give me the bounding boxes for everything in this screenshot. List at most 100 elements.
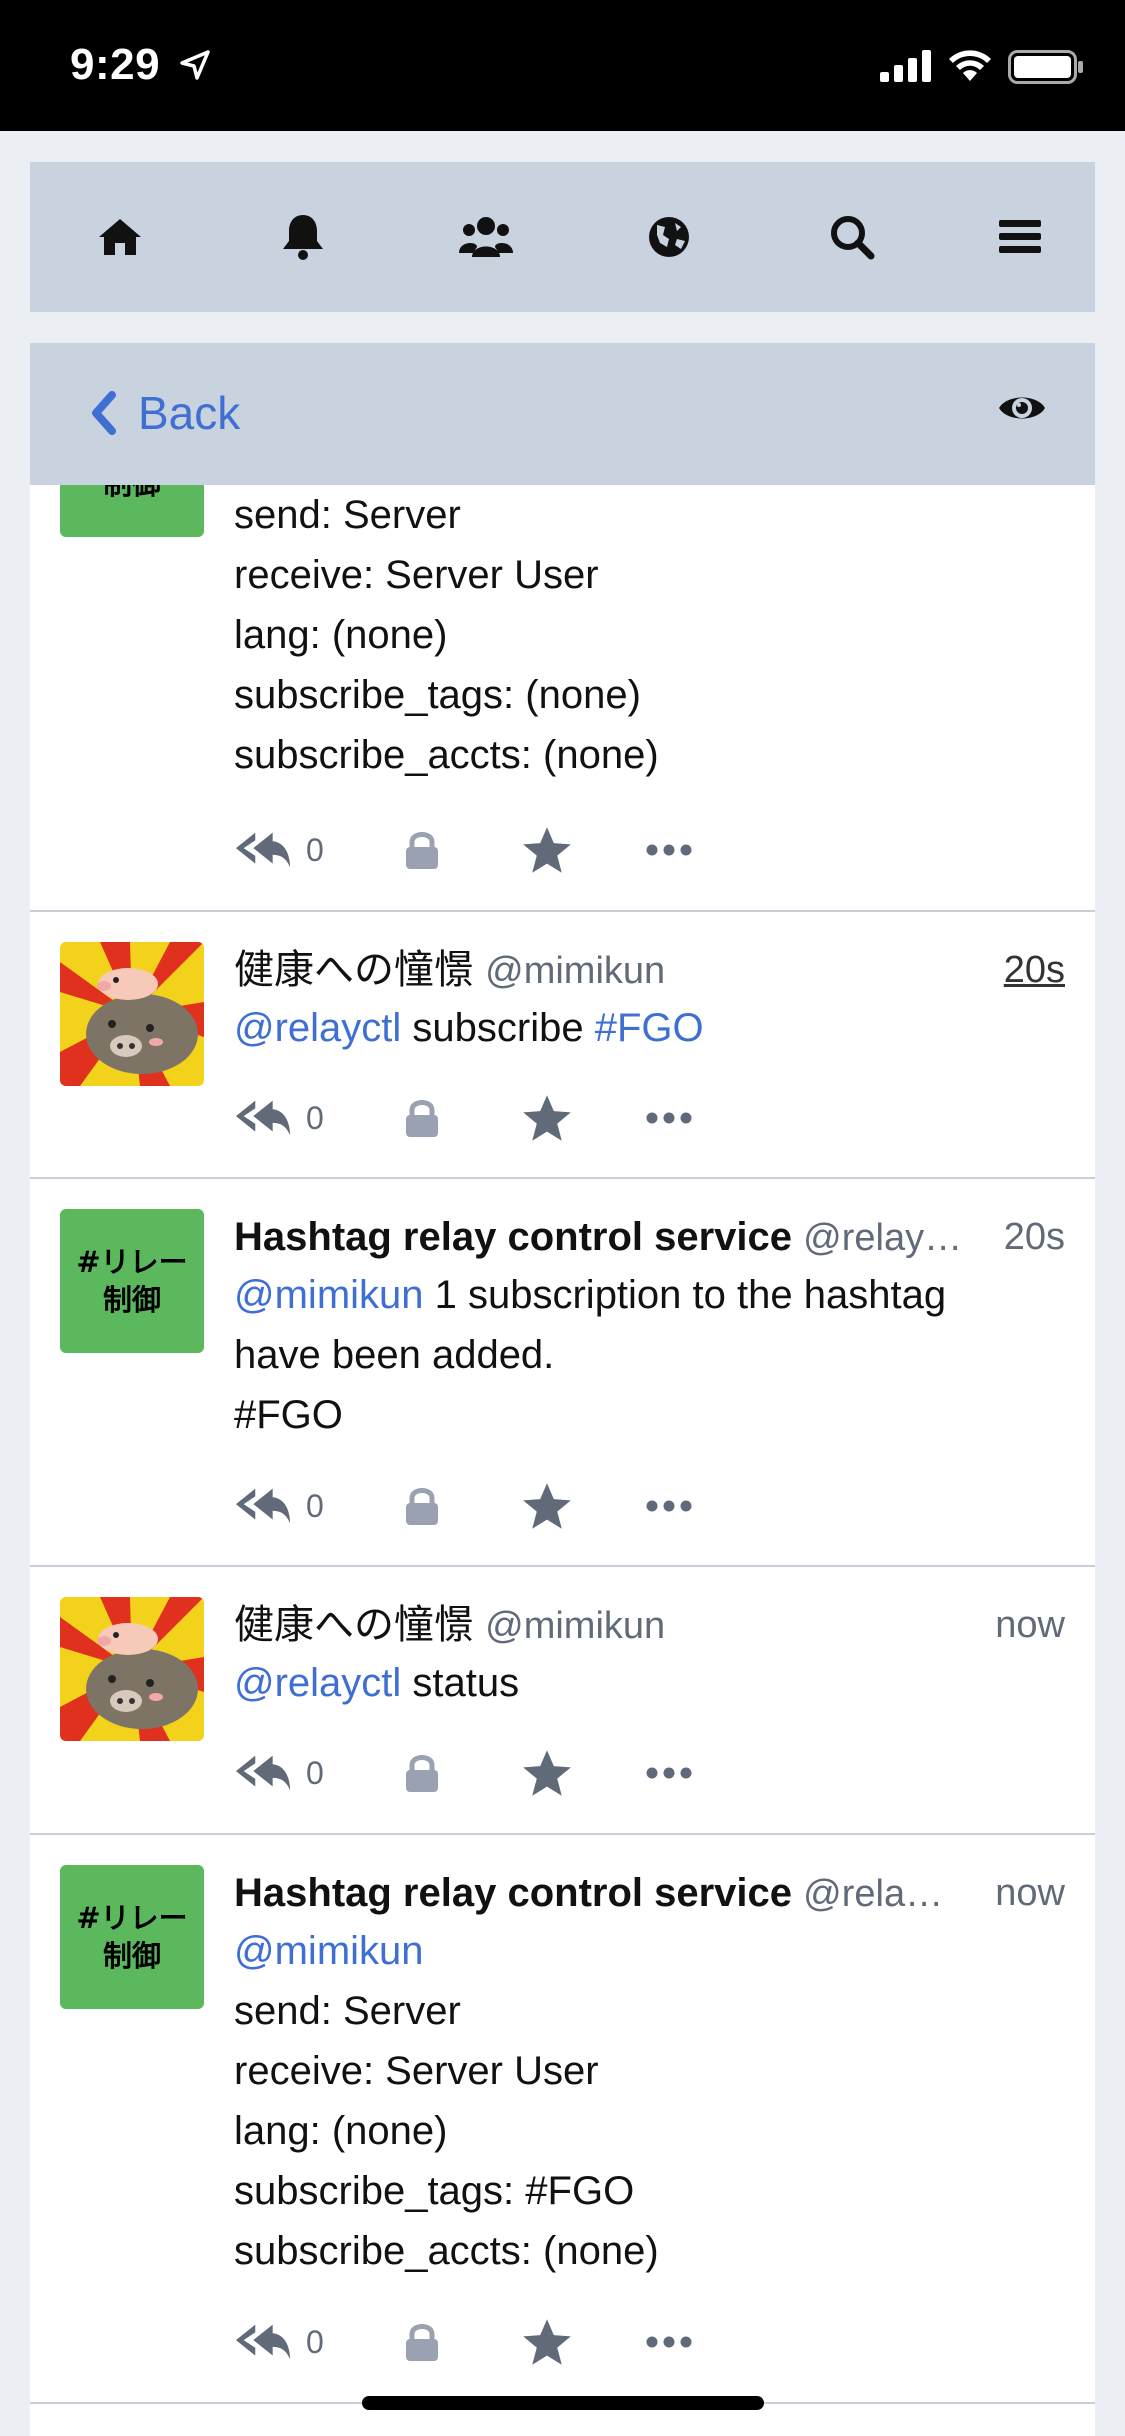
boost-button[interactable] xyxy=(404,2312,440,2372)
star-icon xyxy=(522,1482,572,1530)
reply-count: 0 xyxy=(306,1099,324,1136)
content-text: status xyxy=(401,1661,520,1705)
back-button[interactable]: Back xyxy=(90,383,240,443)
timestamp[interactable]: now xyxy=(985,1865,1065,1921)
avatar-text: 制御 xyxy=(102,1283,161,1317)
avatar[interactable] xyxy=(60,1597,204,1741)
more-button[interactable] xyxy=(646,1743,692,1803)
nav-menu[interactable] xyxy=(990,207,1050,267)
location-arrow-icon xyxy=(180,50,210,80)
nav-search[interactable] xyxy=(822,207,882,267)
reply-count: 0 xyxy=(306,1754,324,1791)
timestamp[interactable]: 20s xyxy=(993,1209,1065,1265)
cellular-signal-icon xyxy=(880,50,931,82)
display-name[interactable]: Hashtag relay control service xyxy=(234,1215,792,1259)
reply-button[interactable]: 0 xyxy=(234,1088,324,1148)
content-line: have been added. xyxy=(234,1333,555,1377)
boost-button[interactable] xyxy=(404,1743,440,1803)
more-button[interactable] xyxy=(646,2312,692,2372)
status-content: @relayctl status xyxy=(234,1653,1065,1713)
display-name[interactable]: 健康への憧憬 xyxy=(234,947,474,993)
avatar[interactable]: #リレー 制御 xyxy=(60,1865,204,2009)
status-content: @mimikun send: Server receive: Server Us… xyxy=(234,1921,1065,2281)
boost-button[interactable] xyxy=(404,820,440,880)
reply-button[interactable]: 0 xyxy=(234,2312,324,2372)
reply-button[interactable]: 0 xyxy=(234,820,324,880)
status-content: @relayctl subscribe #FGO xyxy=(234,998,1065,1058)
mention-link[interactable]: @relayctl xyxy=(234,1661,401,1705)
account-handle[interactable]: @mimikun xyxy=(485,1605,665,1647)
boost-button[interactable] xyxy=(404,1476,440,1536)
star-icon xyxy=(522,1094,572,1142)
status-content: @mimikun 1 subscription to the hashtag h… xyxy=(234,1265,1065,1445)
hashtag-link[interactable]: #FGO xyxy=(595,1006,704,1050)
star-icon xyxy=(522,2318,572,2366)
status-item[interactable]: #リレー 制御 send: Server receive: Server Use… xyxy=(30,485,1095,912)
content-line: #FGO xyxy=(234,1393,343,1437)
lock-icon xyxy=(404,1098,440,1138)
status-item[interactable]: 健康への憧憬 @mimikun now @relayctl status 0 xyxy=(30,1567,1095,1835)
reply-all-icon xyxy=(234,1098,292,1138)
timestamp[interactable]: now xyxy=(985,1597,1065,1653)
mention-link[interactable]: @mimikun xyxy=(234,1273,424,1317)
back-label: Back xyxy=(138,387,241,439)
ellipsis-icon xyxy=(646,1767,692,1779)
mention-link[interactable]: @mimikun xyxy=(234,1921,1065,1981)
status-bar: 9:29 xyxy=(0,0,1125,131)
avatar[interactable]: #リレー 制御 xyxy=(60,485,204,537)
status-item[interactable]: #リレー 制御 Hashtag relay control service @r… xyxy=(30,1835,1095,2404)
status-content: send: Server receive: Server User lang: … xyxy=(234,485,1065,785)
status-actions: 0 xyxy=(234,1088,734,1148)
content-line: subscribe_tags: (none) xyxy=(234,673,641,717)
content-line: subscribe_accts: (none) xyxy=(234,733,659,777)
pig-avatar-image xyxy=(60,1597,204,1741)
more-button[interactable] xyxy=(646,820,692,880)
reply-button[interactable]: 0 xyxy=(234,1476,324,1536)
account-handle[interactable]: @relay… xyxy=(803,1217,962,1259)
content-line: send: Server xyxy=(234,1989,461,2033)
eye-icon[interactable] xyxy=(997,391,1047,425)
home-indicator[interactable] xyxy=(362,2396,764,2410)
lock-icon xyxy=(404,830,440,870)
nav-notifications[interactable] xyxy=(273,207,333,267)
display-name[interactable]: Hashtag relay control service xyxy=(234,1871,792,1915)
favourite-button[interactable] xyxy=(522,1088,572,1148)
status-actions: 0 xyxy=(234,1743,734,1803)
account-handle[interactable]: @mimikun xyxy=(485,950,665,992)
reply-all-icon xyxy=(234,2322,292,2362)
content-line: subscribe_tags: #FGO xyxy=(234,2169,635,2213)
nav-local-timeline[interactable] xyxy=(456,207,516,267)
favourite-button[interactable] xyxy=(522,1743,572,1803)
avatar[interactable]: #リレー 制御 xyxy=(60,1209,204,1353)
timeline: #リレー 制御 send: Server receive: Server Use… xyxy=(30,485,1095,2436)
favourite-button[interactable] xyxy=(522,820,572,880)
status-item[interactable]: 健康への憧憬 @mimikun 20s @relayctl subscribe … xyxy=(30,912,1095,1179)
more-button[interactable] xyxy=(646,1476,692,1536)
favourite-button[interactable] xyxy=(522,2312,572,2372)
column-header: Back xyxy=(30,343,1095,485)
users-icon xyxy=(459,217,513,257)
ellipsis-icon xyxy=(646,2336,692,2348)
account-handle[interactable]: @rela… xyxy=(803,1873,943,1915)
mention-link[interactable]: @relayctl xyxy=(234,1006,401,1050)
lock-icon xyxy=(404,2322,440,2362)
home-icon xyxy=(99,219,141,255)
ellipsis-icon xyxy=(646,1112,692,1124)
star-icon xyxy=(522,826,572,874)
top-navigation-bar xyxy=(30,162,1095,312)
avatar[interactable] xyxy=(60,942,204,1086)
status-header: 健康への憧憬 @mimikun now xyxy=(234,1597,1065,1653)
reply-all-icon xyxy=(234,1486,292,1526)
content-line: send: Server xyxy=(234,493,461,537)
star-icon xyxy=(522,1749,572,1797)
timestamp[interactable]: 20s xyxy=(993,942,1065,998)
status-item[interactable]: #リレー 制御 Hashtag relay control service @r… xyxy=(30,1179,1095,1567)
favourite-button[interactable] xyxy=(522,1476,572,1536)
display-name[interactable]: 健康への憧憬 xyxy=(234,1602,474,1648)
boost-button[interactable] xyxy=(404,1088,440,1148)
nav-home[interactable] xyxy=(90,207,150,267)
nav-federated-timeline[interactable] xyxy=(639,207,699,267)
more-button[interactable] xyxy=(646,1088,692,1148)
reply-button[interactable]: 0 xyxy=(234,1743,324,1803)
globe-icon xyxy=(649,217,689,257)
